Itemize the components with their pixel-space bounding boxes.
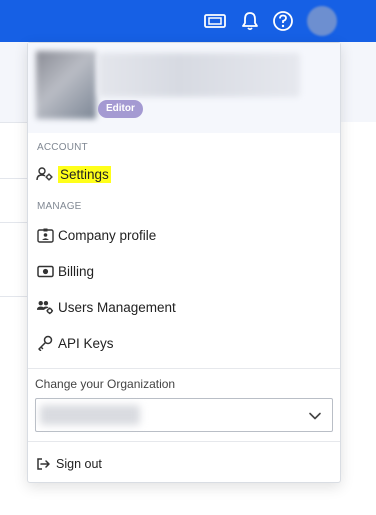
sign-out-label: Sign out	[56, 457, 102, 471]
user-gear-icon	[36, 165, 54, 183]
divider	[0, 222, 30, 223]
menu-item-billing[interactable]: Billing	[36, 259, 94, 283]
help-icon[interactable]	[271, 9, 295, 33]
avatar	[36, 51, 96, 119]
menu-item-label: API Keys	[58, 335, 114, 351]
divider	[0, 296, 30, 297]
menu-item-company-profile[interactable]: Company profile	[36, 223, 156, 247]
organization-value-redacted	[40, 405, 140, 425]
bell-icon[interactable]	[238, 9, 262, 33]
user-menu-dropdown: Editor ACCOUNT Settings MANAGE Company p…	[27, 42, 341, 483]
sign-out-icon	[36, 456, 52, 472]
menu-item-settings[interactable]: Settings	[36, 162, 111, 186]
user-name-redacted	[98, 53, 300, 97]
menu-divider	[28, 441, 340, 442]
menu-item-label: Company profile	[58, 227, 157, 243]
section-label-account: ACCOUNT	[37, 142, 88, 153]
section-label-manage: MANAGE	[37, 201, 82, 212]
profile-header: Editor	[28, 43, 340, 133]
menu-divider	[28, 368, 340, 369]
menu-item-users-management[interactable]: Users Management	[36, 295, 176, 319]
role-badge: Editor	[98, 100, 143, 118]
sign-out-button[interactable]: Sign out	[36, 456, 102, 472]
users-gear-icon	[36, 298, 54, 316]
organization-label: Change your Organization	[35, 377, 176, 391]
key-icon	[36, 334, 54, 352]
menu-item-label: Users Management	[58, 299, 176, 315]
organization-select[interactable]	[35, 398, 333, 432]
divider	[0, 122, 30, 123]
id-card-icon	[36, 226, 54, 244]
menu-item-api-keys[interactable]: API Keys	[36, 331, 114, 355]
menu-item-label: Billing	[58, 263, 95, 279]
chevron-down-icon	[309, 412, 321, 420]
menu-item-label: Settings	[58, 165, 111, 183]
divider	[0, 178, 30, 179]
top-navigation-bar	[0, 0, 376, 42]
user-avatar-button[interactable]	[307, 6, 337, 36]
money-icon	[36, 262, 54, 280]
ticket-icon[interactable]	[203, 9, 227, 33]
